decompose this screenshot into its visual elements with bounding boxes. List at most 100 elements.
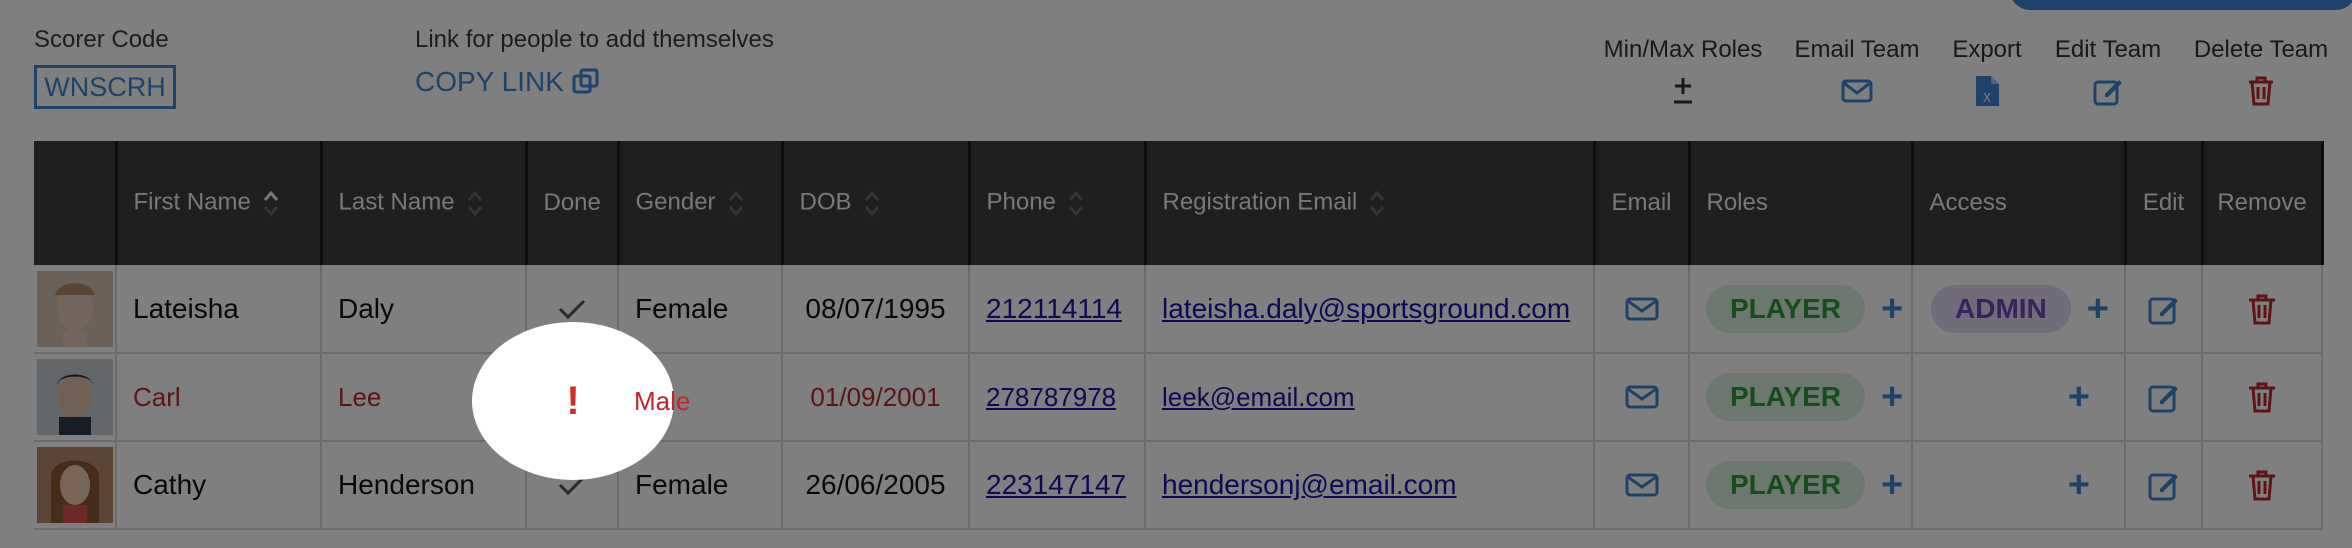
table-row: Carl Lee 01/09/2001 278787978 leek@email…	[34, 353, 2323, 442]
envelope-icon	[1841, 79, 1873, 103]
top-action-button[interactable]	[2010, 0, 2352, 10]
trash-icon	[2249, 76, 2273, 106]
remove-cell	[2202, 265, 2323, 354]
header-phone-label: Phone	[986, 188, 1056, 216]
roles-cell: PLAYER +	[1689, 353, 1913, 442]
role-badge[interactable]: PLAYER	[1706, 284, 1866, 333]
header-gender[interactable]: Gender	[618, 141, 784, 265]
delete-team-button[interactable]: Delete Team	[2186, 36, 2336, 108]
team-members-table: First Name Last Name Done Gender DOB Pho…	[34, 141, 2324, 530]
highlighted-gender-value: Male	[634, 386, 691, 416]
scorer-code-label: Scorer Code	[34, 26, 169, 53]
sort-icon	[864, 190, 879, 217]
edit-team-label: Edit Team	[2054, 36, 2162, 63]
scorer-code-value: WNSCRH	[34, 65, 176, 109]
dob-cell: 26/06/2005	[782, 441, 970, 530]
delete-team-label: Delete Team	[2193, 36, 2329, 63]
role-badge[interactable]: PLAYER	[1706, 373, 1866, 421]
min-max-roles-button[interactable]: Min/Max Roles	[1600, 36, 1766, 108]
header-registration-email-label: Registration Email	[1162, 188, 1358, 216]
envelope-icon[interactable]	[1624, 291, 1660, 327]
trash-icon[interactable]	[2244, 379, 2280, 415]
edit-cell	[2125, 441, 2203, 530]
svg-text:X: X	[1983, 91, 1991, 105]
header-first-name[interactable]: First Name	[116, 141, 323, 265]
last-name-cell: Daly	[321, 265, 527, 354]
dob-cell: 08/07/1995	[782, 265, 970, 354]
phone-link[interactable]: 278787978	[986, 382, 1116, 412]
header-registration-email[interactable]: Registration Email	[1145, 141, 1596, 265]
header-dob[interactable]: DOB	[782, 141, 971, 265]
avatar	[36, 359, 113, 435]
edit-team-button[interactable]: Edit Team	[2048, 36, 2168, 108]
header-dob-label: DOB	[799, 188, 852, 216]
add-role-icon[interactable]: +	[1881, 376, 1903, 418]
copy-icon	[572, 68, 599, 94]
sort-ascending-icon	[263, 190, 278, 217]
edit-icon[interactable]	[2146, 467, 2182, 503]
last-name-cell: Henderson	[321, 441, 527, 530]
access-cell: +	[1912, 353, 2126, 442]
add-access-icon[interactable]: +	[2068, 464, 2090, 506]
remove-cell	[2202, 441, 2323, 530]
header-phone[interactable]: Phone	[969, 141, 1147, 265]
min-max-roles-label: Min/Max Roles	[1603, 36, 1763, 63]
registration-email-link[interactable]: hendersonj@email.com	[1162, 469, 1457, 500]
header-access: Access	[1912, 141, 2127, 265]
table-row: Cathy Henderson Female 26/06/2005 223147…	[34, 441, 2323, 530]
sort-icon	[467, 190, 482, 217]
phone-cell: 223147147	[969, 441, 1146, 530]
email-team-label: Email Team	[1794, 36, 1920, 63]
first-name-cell: Carl	[116, 353, 322, 442]
table-row: Lateisha Daly Female 08/07/1995 21211411…	[34, 265, 2323, 354]
excel-file-icon: X	[1976, 76, 1999, 106]
header-photo	[34, 141, 118, 265]
header-roles: Roles	[1689, 141, 1914, 265]
email-cell	[1594, 265, 1690, 354]
export-label: Export	[1952, 36, 2022, 63]
sort-icon	[728, 190, 743, 217]
edit-icon[interactable]	[2146, 379, 2182, 415]
edit-icon[interactable]	[2146, 291, 2182, 327]
roles-cell: PLAYER +	[1689, 265, 1913, 354]
phone-link[interactable]: 223147147	[986, 469, 1126, 500]
add-access-icon[interactable]: +	[2087, 288, 2109, 330]
envelope-icon[interactable]	[1624, 467, 1660, 503]
dob-cell: 01/09/2001	[782, 353, 970, 442]
phone-link[interactable]: 212114114	[986, 293, 1122, 324]
remove-cell	[2202, 353, 2323, 442]
gender-cell: Female	[618, 265, 783, 354]
copy-link-button[interactable]: COPY LINK	[415, 66, 602, 98]
envelope-icon[interactable]	[1624, 379, 1660, 415]
table-header-row: First Name Last Name Done Gender DOB Pho…	[34, 141, 2324, 265]
add-role-icon[interactable]: +	[1881, 288, 1903, 330]
access-badge[interactable]: ADMIN	[1931, 284, 2071, 333]
first-name-cell: Cathy	[116, 441, 322, 530]
plus-minus-icon	[1674, 78, 1692, 104]
email-cell	[1594, 353, 1690, 442]
registration-email-link[interactable]: lateisha.daly@sportsground.com	[1162, 293, 1570, 324]
header-first-name-label: First Name	[133, 188, 251, 216]
trash-icon[interactable]	[2244, 467, 2280, 503]
header-edit: Edit	[2125, 141, 2204, 265]
header-last-name[interactable]: Last Name	[321, 141, 528, 265]
email-team-button[interactable]: Email Team	[1792, 36, 1922, 108]
email-cell	[1594, 441, 1690, 530]
phone-cell: 278787978	[969, 353, 1146, 442]
access-cell: ADMIN +	[1912, 265, 2126, 354]
copy-link-label: COPY LINK	[415, 66, 564, 97]
header-gender-label: Gender	[635, 188, 716, 216]
access-cell: +	[1912, 441, 2126, 530]
sort-icon	[1370, 190, 1385, 217]
roles-cell: PLAYER +	[1689, 441, 1913, 530]
avatar	[36, 270, 113, 347]
add-access-icon[interactable]: +	[2068, 376, 2090, 418]
member-photo-cell	[34, 353, 117, 442]
edit-cell	[2125, 353, 2203, 442]
header-remove: Remove	[2202, 141, 2324, 265]
export-button[interactable]: Export X	[1944, 36, 2030, 108]
registration-email-link[interactable]: leek@email.com	[1162, 382, 1355, 412]
role-badge[interactable]: PLAYER	[1706, 461, 1866, 509]
trash-icon[interactable]	[2244, 291, 2280, 327]
add-role-icon[interactable]: +	[1881, 464, 1903, 506]
